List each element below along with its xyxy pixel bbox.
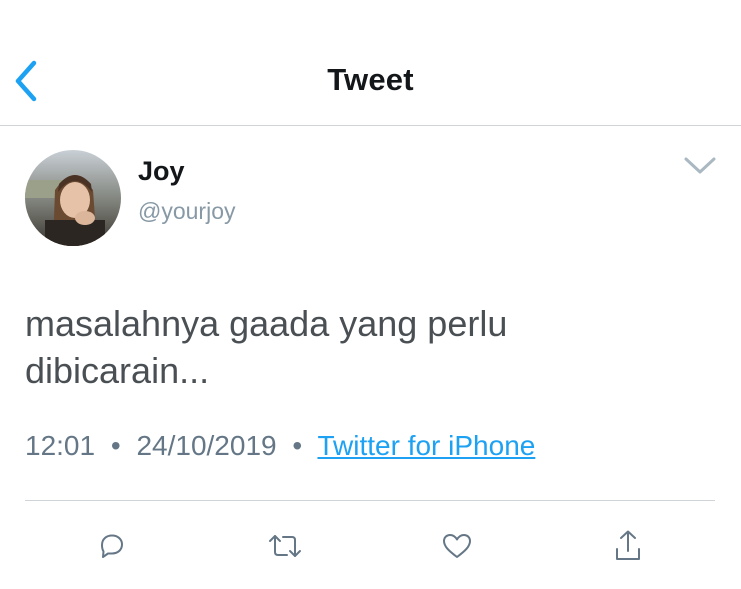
share-button[interactable] bbox=[608, 526, 648, 566]
divider bbox=[25, 500, 715, 501]
author-name[interactable]: Joy bbox=[138, 156, 185, 187]
meta-separator: • bbox=[292, 430, 303, 461]
heart-icon bbox=[443, 534, 471, 558]
author-handle[interactable]: @yourjoy bbox=[138, 198, 236, 225]
tweet-meta: 12:01 • 24/10/2019 • Twitter for iPhone bbox=[25, 430, 535, 462]
chevron-down-icon bbox=[684, 157, 716, 174]
tweet-date: 24/10/2019 bbox=[136, 430, 277, 461]
tweet-source-link[interactable]: Twitter for iPhone bbox=[317, 430, 535, 461]
reply-icon bbox=[101, 534, 123, 558]
like-button[interactable] bbox=[437, 526, 477, 566]
tweet-text-line: masalahnya gaada yang perlu bbox=[25, 303, 508, 344]
share-icon bbox=[616, 530, 640, 560]
tweet-text: masalahnya gaada yang perlu dibicarain..… bbox=[25, 300, 715, 394]
more-options-button[interactable] bbox=[680, 150, 720, 182]
retweet-icon bbox=[269, 535, 301, 557]
avatar[interactable] bbox=[25, 150, 121, 246]
reply-button[interactable] bbox=[92, 526, 132, 566]
retweet-button[interactable] bbox=[265, 526, 305, 566]
nav-header: Tweet bbox=[0, 0, 741, 126]
tweet-text-line: dibicarain... bbox=[25, 350, 210, 391]
meta-separator: • bbox=[110, 430, 121, 461]
tweet-time: 12:01 bbox=[25, 430, 96, 461]
page-title: Tweet bbox=[327, 62, 414, 97]
